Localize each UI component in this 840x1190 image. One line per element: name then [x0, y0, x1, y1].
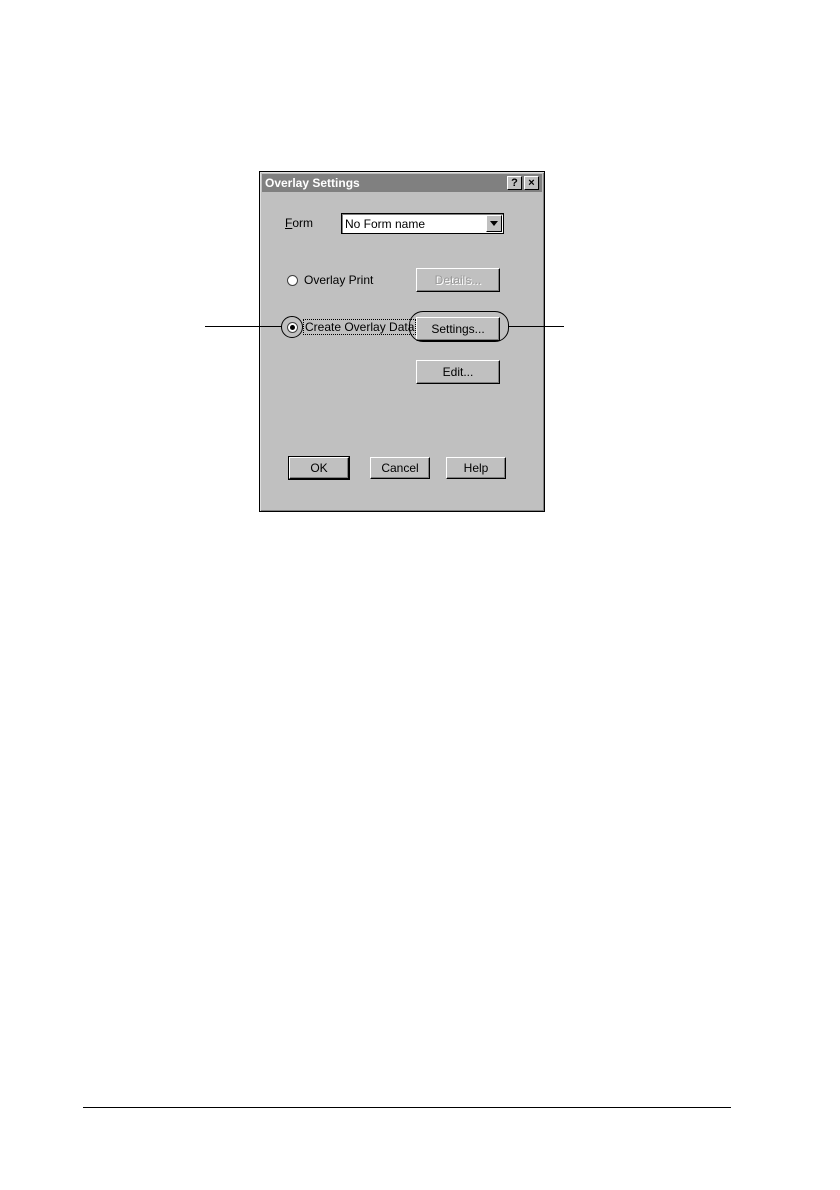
- chevron-down-icon[interactable]: [486, 215, 502, 232]
- ok-button[interactable]: OK: [288, 456, 350, 480]
- cancel-button[interactable]: Cancel: [370, 457, 430, 479]
- overlay-settings-dialog: Overlay Settings ? × Form No Form name O…: [259, 171, 545, 512]
- callout-line-left: [205, 326, 282, 327]
- details-button[interactable]: Details...: [416, 268, 500, 292]
- help-button[interactable]: Help: [446, 457, 506, 479]
- overlay-print-text: Overlay Print: [304, 273, 374, 287]
- create-overlay-data-text: Create Overlay Data: [305, 320, 415, 334]
- create-overlay-data-label: Create Overlay Data: [302, 319, 417, 335]
- form-select-value: No Form name: [345, 217, 426, 231]
- page-footer-rule: [83, 1107, 731, 1108]
- edit-button[interactable]: Edit...: [416, 360, 500, 384]
- overlay-print-label: Overlay Print: [304, 273, 373, 287]
- form-select[interactable]: No Form name: [341, 213, 504, 234]
- close-icon: ×: [528, 177, 535, 189]
- help-title-button[interactable]: ?: [507, 176, 522, 190]
- callout-pill-settings: [409, 311, 509, 342]
- title-bar: Overlay Settings ? ×: [262, 174, 542, 192]
- form-label-rest: orm: [292, 216, 314, 230]
- callout-ring-radio: [281, 316, 303, 338]
- question-icon: ?: [511, 177, 518, 189]
- form-label: Form: [285, 216, 313, 230]
- callout-line-right: [509, 326, 564, 327]
- dialog-title: Overlay Settings: [265, 176, 360, 190]
- overlay-print-radio[interactable]: [287, 275, 298, 286]
- close-title-button[interactable]: ×: [524, 176, 539, 190]
